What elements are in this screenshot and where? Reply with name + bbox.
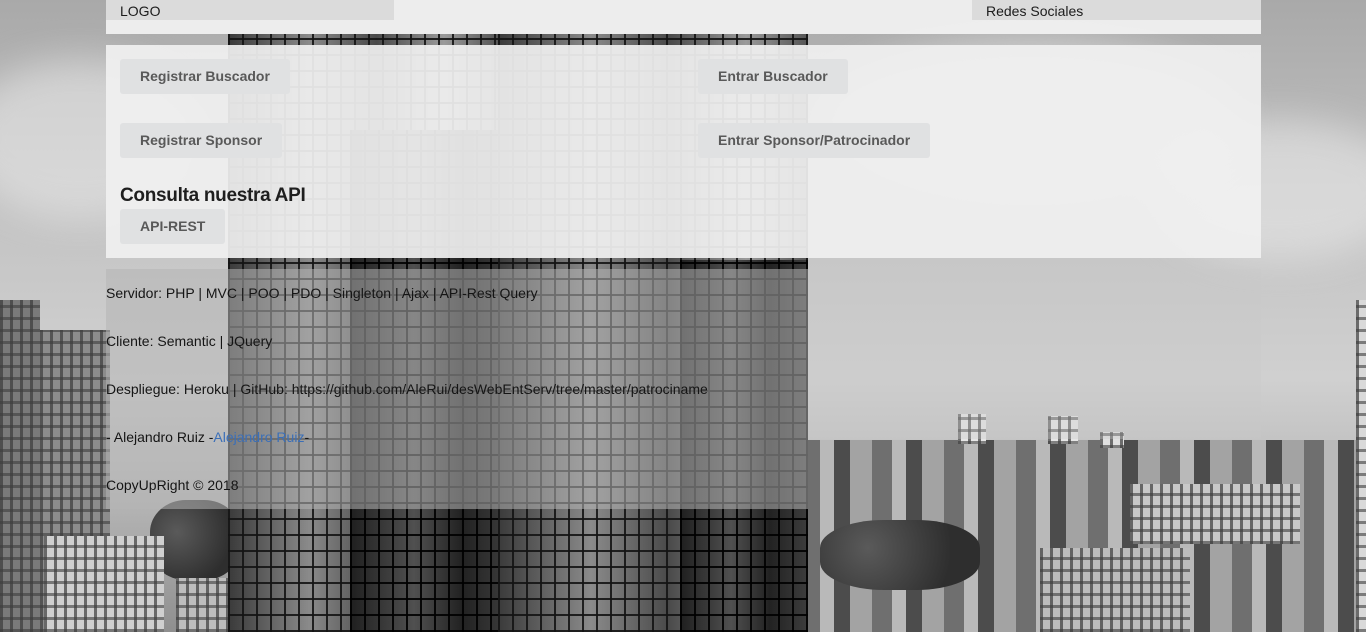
footer-server-stack: Servidor: PHP | MVC | POO | PDO | Single… xyxy=(106,285,538,301)
building xyxy=(0,300,40,632)
building xyxy=(1040,548,1190,632)
enter-searcher-button[interactable]: Entrar Buscador xyxy=(698,59,848,94)
footer-deploy-info: Despliegue: Heroku | GitHub: https://git… xyxy=(106,381,708,397)
building xyxy=(44,536,164,632)
footer-author: - Alejandro Ruiz -Alejandro Ruiz- xyxy=(106,429,309,445)
footer-client-stack: Cliente: Semantic | JQuery xyxy=(106,333,273,349)
author-prefix: - Alejandro Ruiz - xyxy=(106,429,214,445)
trees xyxy=(820,520,980,590)
footer-copyright: CopyUpRight © 2018 xyxy=(106,477,239,493)
api-heading: Consulta nuestra API xyxy=(120,185,306,206)
author-link[interactable]: Alejandro Ruiz xyxy=(213,429,304,445)
register-sponsor-button[interactable]: Registrar Sponsor xyxy=(120,123,283,158)
enter-sponsor-button[interactable]: Entrar Sponsor/Patrocinador xyxy=(698,123,931,158)
footer-overlay xyxy=(808,269,1261,439)
logo[interactable]: LOGO xyxy=(106,0,394,20)
building xyxy=(176,578,236,632)
author-suffix: - xyxy=(304,429,310,445)
footer: Servidor: PHP | MVC | POO | PDO | Single… xyxy=(106,269,808,509)
building xyxy=(1130,484,1300,544)
api-rest-button[interactable]: API-REST xyxy=(120,209,226,244)
top-bar: LOGO Redes Sociales xyxy=(106,0,1261,34)
register-searcher-button[interactable]: Registrar Buscador xyxy=(120,59,290,94)
actions-panel: Registrar Buscador Entrar Buscador Regis… xyxy=(106,45,1261,258)
building xyxy=(1356,300,1366,632)
social-links[interactable]: Redes Sociales xyxy=(972,0,1261,20)
